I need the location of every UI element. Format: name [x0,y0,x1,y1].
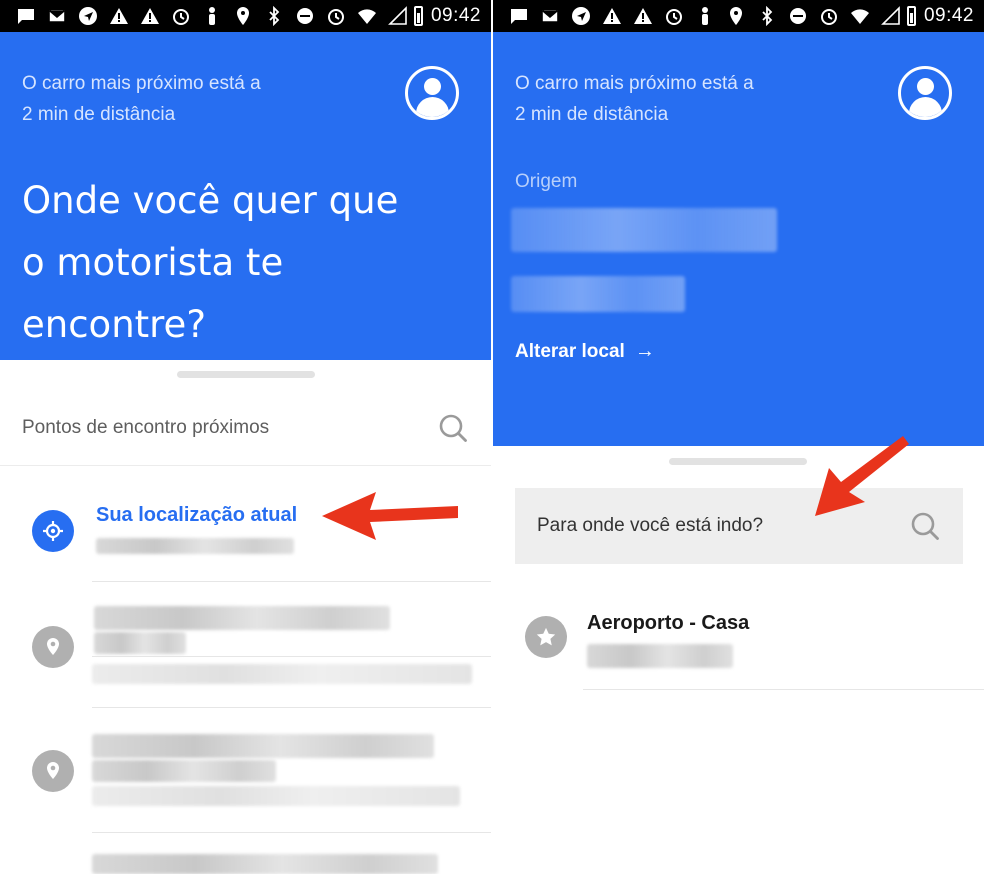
mail-icon [45,6,69,26]
section-title: Pontos de encontro próximos [22,416,270,438]
pin-icon [32,750,74,792]
destination-search-input[interactable]: Para onde você está indo? [515,488,963,564]
status-bar: 09:42 [493,0,984,32]
sheet-handle[interactable] [669,458,807,465]
list-item[interactable] [0,584,491,708]
blurred-address [96,538,294,554]
avatar[interactable] [405,66,459,120]
blurred-title [94,606,390,630]
current-location-icon [32,510,74,552]
nearest-car-info: O carro mais próximo está a 2 min de dis… [515,68,754,130]
change-location-button[interactable]: Alterar local → [515,340,655,363]
list-divider [583,689,984,690]
warning-icon [600,6,624,26]
location-icon [231,6,255,26]
send-icon [569,6,593,26]
nearest-car-line2: 2 min de distância [515,104,669,125]
status-time: 09:42 [923,5,974,26]
avatar-body [909,97,942,117]
mail-icon [538,6,562,26]
blue-header: O carro mais próximo está a 2 min de dis… [0,32,491,360]
right-screen: 09:42 O carro mais próximo está a 2 min … [493,0,984,874]
current-location-label: Sua localização atual [96,504,298,526]
warning-icon [631,6,655,26]
bluetooth-icon [755,6,779,26]
status-icons [14,6,410,26]
warning-icon [138,6,162,26]
wifi-icon [355,6,379,26]
alarm-icon [169,6,193,26]
do-not-disturb-icon [293,6,317,26]
destination-placeholder: Para onde você está indo? [537,515,764,536]
blurred-origin-address [511,208,777,252]
nearest-car-line1: O carro mais próximo está a [22,73,261,94]
chat-icon [507,6,531,26]
blurred-title [92,734,434,758]
blurred-address [587,644,733,668]
alarm-icon [324,6,348,26]
nearest-car-line2: 2 min de distância [22,104,176,125]
search-icon[interactable] [909,510,941,542]
status-time: 09:42 [430,5,481,26]
list-item[interactable] [0,710,491,834]
avatar-head [424,78,441,95]
chat-icon [14,6,38,26]
avatar[interactable] [898,66,952,120]
blurred-address [92,664,472,684]
pickup-question: Onde você quer que o motorista te encont… [22,179,399,346]
arrow-right-icon: → [634,340,655,362]
search-icon[interactable] [437,412,469,444]
sheet-handle[interactable] [177,371,315,378]
origin-label: Origem [515,171,578,192]
alarm-icon [817,6,841,26]
blue-header: O carro mais próximo está a 2 min de dis… [493,32,984,446]
nearby-points-header: Pontos de encontro próximos [0,390,491,466]
nearest-car-info: O carro mais próximo está a 2 min de dis… [22,68,261,130]
saved-place-item[interactable]: Aeroporto - Casa [493,590,984,690]
pin-icon [32,626,74,668]
saved-place-title: Aeroporto - Casa [587,612,750,634]
blurred-address [92,786,460,806]
star-icon [525,616,567,658]
signal-icon [879,6,903,26]
bluetooth-icon [262,6,286,26]
location-icon [724,6,748,26]
figure-icon [200,6,224,26]
change-location-label: Alterar local [515,340,625,362]
wifi-icon [848,6,872,26]
list-divider [92,656,491,657]
nearest-car-line1: O carro mais próximo está a [515,73,754,94]
list-divider [92,832,491,833]
list-item-current-location[interactable]: Sua localização atual [0,480,491,582]
battery-icon [414,6,423,26]
list-divider [92,707,491,708]
avatar-head [917,78,934,95]
blurred-title [92,854,438,874]
warning-icon [107,6,131,26]
blurred-origin-address [511,276,685,312]
battery-icon [907,6,916,26]
signal-icon [386,6,410,26]
blurred-title [94,632,186,654]
list-divider [92,581,491,582]
blurred-title [92,760,276,782]
avatar-body [416,97,449,117]
do-not-disturb-icon [786,6,810,26]
status-icons [507,6,903,26]
left-screen: 09:42 O carro mais próximo está a 2 min … [0,0,491,874]
figure-icon [693,6,717,26]
alarm-icon [662,6,686,26]
send-icon [76,6,100,26]
status-bar: 09:42 [0,0,491,32]
